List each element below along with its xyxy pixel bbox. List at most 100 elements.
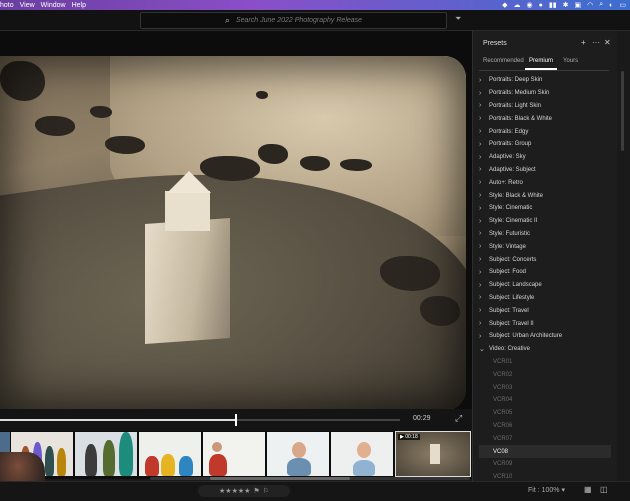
- person: [45, 446, 54, 476]
- preset-item[interactable]: › Subject: Landscape: [479, 279, 611, 292]
- photo-viewer: [0, 31, 472, 411]
- reject-flag-icon[interactable]: ⚐: [263, 487, 269, 495]
- filmstrip-scrollbar[interactable]: [150, 477, 470, 480]
- person: [353, 460, 375, 476]
- face: [357, 442, 371, 458]
- preset-item[interactable]: › Portraits: Black & White: [479, 112, 611, 125]
- preset-item[interactable]: › Auto+: Retro: [479, 176, 611, 189]
- preset-label: Subject: Concerts: [489, 256, 537, 263]
- preset-list: › Portraits: Deep Skin › Portraits: Medium …: [479, 74, 611, 484]
- preset-label: Portraits: Edgy: [489, 128, 529, 135]
- menu-help[interactable]: Help: [72, 2, 86, 9]
- tab-premium[interactable]: Premium: [529, 58, 553, 64]
- preset-item[interactable]: › Subject: Travel: [479, 304, 611, 317]
- chevron-right-icon: ›: [479, 115, 482, 123]
- preset-item[interactable]: › Style: Vintage: [479, 240, 611, 253]
- preset-sub-item[interactable]: VCR05: [479, 407, 611, 420]
- menu-view[interactable]: View: [20, 2, 35, 9]
- preset-label: Portraits: Black & White: [489, 115, 553, 122]
- preset-item[interactable]: › Portraits: Light Skin: [479, 100, 611, 113]
- menu-window[interactable]: Window: [41, 2, 66, 9]
- person: [287, 458, 311, 476]
- preset-item[interactable]: › Adaptive: Sky: [479, 151, 611, 164]
- preset-sub-item[interactable]: VC08: [479, 445, 611, 458]
- preset-item[interactable]: › Style: Cinematic: [479, 202, 611, 215]
- preset-item[interactable]: › Subject: Concerts: [479, 253, 611, 266]
- mic-icon[interactable]: ●: [539, 2, 543, 9]
- battery-icon[interactable]: ▭: [619, 1, 626, 9]
- preset-sub-item[interactable]: VCR10: [479, 471, 611, 484]
- person: [103, 440, 115, 476]
- audio-icon[interactable]: ▮▮: [549, 1, 557, 9]
- dropbox-icon[interactable]: ◆: [502, 1, 507, 9]
- preset-item[interactable]: › Portraits: Edgy: [479, 125, 611, 138]
- tab-recommended[interactable]: Recommended: [483, 58, 524, 64]
- preset-sub-item[interactable]: VCR04: [479, 394, 611, 407]
- flag-icon[interactable]: ⚑: [253, 487, 259, 495]
- preset-sub-item[interactable]: VCR02: [479, 368, 611, 381]
- preset-label: Portraits: Light Skin: [489, 102, 542, 109]
- panel-scrollbar[interactable]: [617, 31, 630, 481]
- tab-yours[interactable]: Yours: [563, 58, 578, 64]
- scroll-thumb[interactable]: [621, 71, 624, 151]
- close-icon[interactable]: ✕: [604, 38, 611, 47]
- search-input[interactable]: ⌕ Search June 2022 Photography Release: [140, 12, 447, 29]
- bluetooth-icon[interactable]: ✱: [563, 1, 569, 9]
- preset-item[interactable]: › Style: Cinematic II: [479, 215, 611, 228]
- preset-item[interactable]: › Adaptive: Subject: [479, 164, 611, 177]
- more-icon[interactable]: ···: [592, 38, 600, 47]
- cloud-icon[interactable]: ☁: [514, 1, 521, 9]
- preset-label: Subject: Landscape: [489, 282, 542, 289]
- scrub-handle[interactable]: [235, 414, 237, 426]
- preset-label: Adaptive: Subject: [489, 166, 536, 173]
- preset-item[interactable]: › Subject: Urban Architecture: [479, 330, 611, 343]
- preset-item[interactable]: › Style: Futuristic: [479, 228, 611, 241]
- grid-view-icon[interactable]: ▦: [584, 485, 592, 494]
- chevron-right-icon: ›: [479, 256, 482, 264]
- lighthouse-photo[interactable]: [0, 56, 466, 411]
- preset-label: Style: Black & White: [489, 192, 544, 199]
- add-preset-icon[interactable]: +: [581, 38, 586, 47]
- chevron-right-icon: ›: [479, 332, 482, 340]
- lock-icon[interactable]: ▣: [574, 1, 581, 9]
- presets-title: Presets: [483, 40, 507, 47]
- preset-item[interactable]: › Style: Black & White: [479, 189, 611, 202]
- search-icon[interactable]: ⌕: [599, 1, 603, 9]
- person: [145, 456, 159, 476]
- thumbnail-selected[interactable]: ▶ 00:18: [395, 431, 471, 477]
- compare-view-icon[interactable]: ◫: [600, 485, 608, 494]
- preset-item[interactable]: › Subject: Travel II: [479, 317, 611, 330]
- scroll-thumb[interactable]: [210, 477, 350, 480]
- preset-item[interactable]: › Subject: Food: [479, 266, 611, 279]
- preset-group-video-creative[interactable]: ⌄ Video: Creative: [479, 343, 611, 356]
- expand-icon[interactable]: ⤢: [455, 413, 462, 424]
- preset-sub-item[interactable]: VCR07: [479, 432, 611, 445]
- chevron-right-icon: ›: [479, 281, 482, 289]
- preset-label: Subject: Travel II: [489, 320, 534, 327]
- wifi-icon[interactable]: ◠: [587, 1, 593, 9]
- preset-sub-item[interactable]: VCR09: [479, 458, 611, 471]
- thumbnail[interactable]: [75, 432, 137, 476]
- thumbnail[interactable]: [267, 432, 329, 476]
- filter-icon[interactable]: ⏷: [455, 14, 461, 24]
- chevron-right-icon: ›: [479, 179, 482, 187]
- preset-label: Adaptive: Sky: [489, 154, 526, 161]
- zoom-fit-select[interactable]: Fit : 100% ▾: [528, 486, 565, 494]
- control-icon[interactable]: ◐: [609, 2, 613, 9]
- rating-control[interactable]: ★★★★★ ⚑ ⚐: [198, 485, 290, 497]
- preset-item[interactable]: › Subject: Lifestyle: [479, 292, 611, 305]
- menu-photo[interactable]: hoto: [0, 2, 14, 9]
- preset-sub-item[interactable]: VCR01: [479, 356, 611, 369]
- preset-item[interactable]: › Portraits: Medium Skin: [479, 87, 611, 100]
- preset-item[interactable]: › Portraits: Group: [479, 138, 611, 151]
- preset-sub-item[interactable]: VCR06: [479, 420, 611, 433]
- record-icon[interactable]: ◉: [527, 1, 533, 9]
- thumbnail[interactable]: [331, 432, 393, 476]
- star-rating[interactable]: ★★★★★: [219, 487, 250, 495]
- thumbnail[interactable]: [139, 432, 201, 476]
- preset-sub-item[interactable]: VCR03: [479, 381, 611, 394]
- preset-item[interactable]: › Portraits: Deep Skin: [479, 74, 611, 87]
- search-placeholder: Search June 2022 Photography Release: [235, 17, 363, 24]
- thumbnail[interactable]: [203, 432, 265, 476]
- filmstrip: ▶ 00:18: [0, 431, 472, 479]
